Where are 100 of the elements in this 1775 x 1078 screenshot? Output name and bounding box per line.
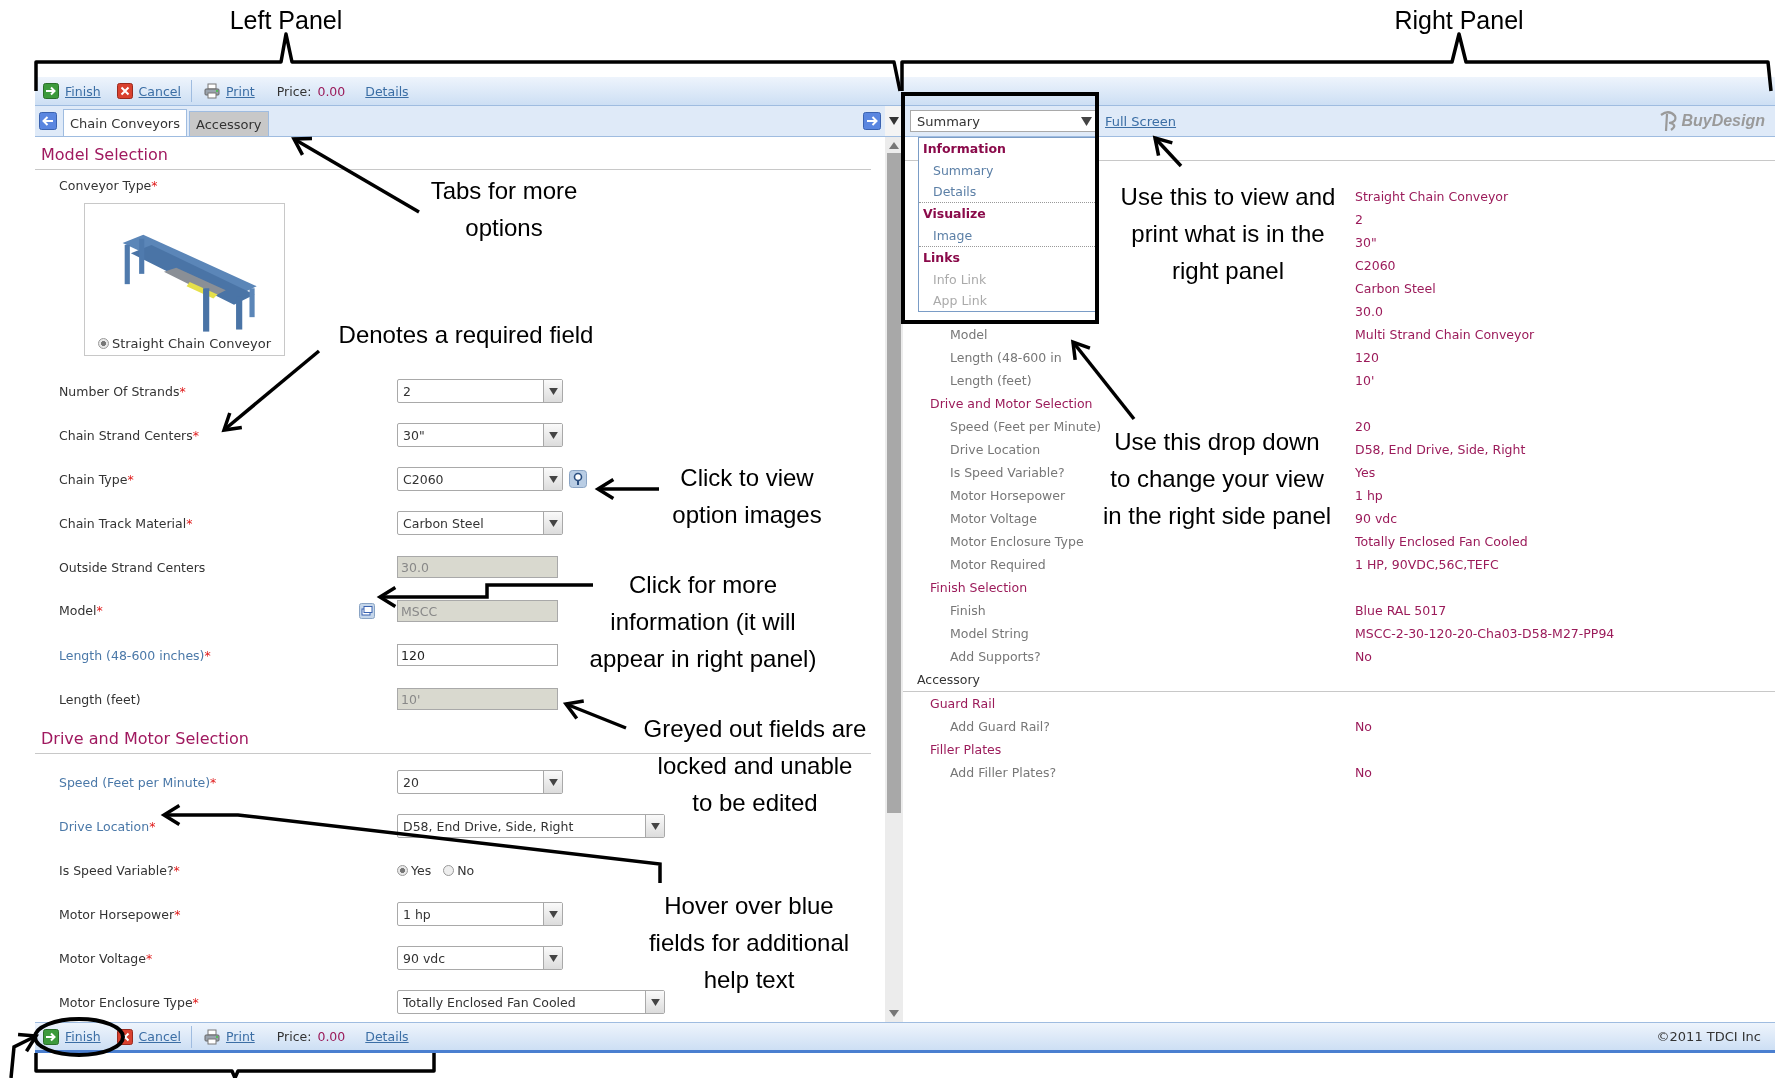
dropdown[interactable]: C2060 (397, 467, 563, 491)
summary-value: Carbon Steel (1355, 281, 1436, 296)
summary-label: Motor Voltage (950, 511, 1037, 526)
menu-group-heading: Visualize (919, 202, 1097, 225)
text-field[interactable]: 10' (397, 688, 558, 710)
caret-icon (1081, 116, 1092, 126)
dropdown[interactable]: D58, End Drive, Side, Right (397, 814, 665, 838)
annotation-text: Denotes a required field (338, 320, 594, 350)
field-label[interactable]: Speed (Feet per Minute)* (59, 774, 217, 790)
summary-value: Yes (1355, 465, 1376, 480)
printer-icon (203, 1028, 220, 1045)
dropdown[interactable]: 2 (397, 379, 563, 403)
menu-item[interactable]: Details (919, 181, 1097, 202)
summary-value: No (1355, 649, 1372, 664)
caret-icon[interactable] (889, 117, 899, 125)
summary-label: Model String (950, 626, 1029, 641)
text-field[interactable]: MSCC (397, 600, 558, 622)
menu-group-heading: Links (919, 246, 1097, 269)
summary-label: Is Speed Variable? (950, 465, 1065, 480)
option-card[interactable]: Straight Chain Conveyor (84, 203, 285, 356)
annotation-text: Tabs for more options (430, 176, 578, 243)
dropdown[interactable]: Carbon Steel (397, 511, 563, 535)
dropdown[interactable]: 30" (397, 423, 563, 447)
annotation-arrow (594, 478, 659, 500)
details-link[interactable]: Details (365, 83, 409, 99)
summary-value: Straight Chain Conveyor (1355, 189, 1509, 204)
finish-link[interactable]: Finish (43, 1028, 101, 1045)
field-label: Model* (59, 603, 103, 618)
caret-icon (548, 778, 558, 786)
summary-label: Finish (950, 603, 986, 618)
scrollbar-thumb[interactable] (887, 153, 901, 813)
radio-option[interactable]: Straight Chain Conveyor (97, 336, 272, 351)
summary-value: 2 (1355, 212, 1363, 227)
caret-icon (548, 910, 558, 918)
field-label: Outside Strand Centers (59, 559, 206, 575)
details-link[interactable]: Details (365, 1029, 409, 1044)
view-dropdown[interactable]: Summary (910, 110, 1097, 132)
summary-value: No (1355, 765, 1372, 780)
caret-icon (650, 998, 660, 1006)
tab[interactable]: Accessory (189, 111, 269, 136)
panel-label: Right Panel (1394, 5, 1524, 36)
caret-icon (548, 475, 558, 483)
scroll-up-icon[interactable] (889, 141, 899, 149)
panel-label: Left Panel (229, 5, 343, 36)
dropdown[interactable]: 1 hp (397, 902, 563, 926)
annotation-text: Click for more information (it will appear in right panel) (589, 570, 817, 674)
field-label: Chain Strand Centers* (59, 427, 199, 443)
summary-label: Motor Required (950, 557, 1046, 572)
cancel-link[interactable]: Cancel (116, 83, 181, 99)
print-link[interactable]: Print (203, 1028, 255, 1045)
summary-label: Motor Enclosure Type (950, 534, 1084, 549)
field-label: Is Speed Variable?* (59, 862, 180, 878)
summary-value: Blue RAL 5017 (1355, 603, 1447, 618)
summary-value: Multi Strand Chain Conveyor (1355, 327, 1535, 342)
search-icon[interactable] (569, 470, 587, 488)
finish-icon (43, 1028, 59, 1045)
summary-value: 10' (1355, 373, 1375, 388)
summary-value: D58, End Drive, Side, Right (1355, 442, 1526, 457)
field-label: Number Of Strands* (59, 383, 186, 399)
copyright: ©2011 TDCI Inc (1656, 1029, 1761, 1044)
field-label: Motor Horsepower* (59, 906, 181, 922)
summary-section: Finish Selection (903, 580, 1028, 595)
summary-value: Totally Enclosed Fan Cooled (1355, 534, 1528, 549)
summary-label: Motor Horsepower (950, 488, 1066, 503)
section-heading: Model Selection (35, 137, 871, 170)
summary-value: 30" (1355, 235, 1377, 250)
summary-value: 30.0 (1355, 304, 1383, 319)
dropdown[interactable]: 90 vdc (397, 946, 563, 970)
annotation-text: Click to view option images (672, 463, 822, 530)
summary-value: 20 (1355, 419, 1371, 434)
caret-icon (548, 387, 558, 395)
radio-option[interactable]: Yes (397, 862, 432, 878)
summary-label: Length (48-600 in (950, 350, 1062, 365)
menu-item[interactable]: Summary (919, 160, 1097, 181)
finish-icon (43, 83, 59, 99)
caret-icon (548, 431, 558, 439)
caret-icon (548, 954, 558, 962)
cancel-link[interactable]: Cancel (116, 1028, 181, 1045)
text-field[interactable]: 120 (397, 644, 558, 666)
summary-value: MSCC-2-30-120-20-Cha03-D58-M27-PP94 (1355, 626, 1615, 641)
summary-label: Model (950, 327, 988, 342)
dropdown[interactable]: 20 (397, 770, 563, 794)
summary-value: No (1355, 719, 1372, 734)
dropdown[interactable]: Totally Enclosed Fan Cooled (397, 990, 665, 1014)
summary-tab-heading: Accessory (916, 672, 980, 687)
print-link[interactable]: Print (203, 83, 255, 99)
summary-label: Add Supports? (950, 649, 1041, 664)
field-label[interactable]: Drive Location* (59, 818, 156, 834)
radio-option[interactable]: No (443, 862, 475, 878)
finish-link[interactable]: Finish (43, 83, 101, 99)
full-screen-link[interactable]: Full Screen (1105, 113, 1177, 129)
field-label: Motor Voltage* (59, 950, 153, 966)
summary-label: Add Filler Plates? (950, 765, 1057, 780)
price-label: Price: (276, 83, 312, 99)
field-label[interactable]: Length (48-600 inches)* (59, 647, 211, 663)
tab[interactable]: Chain Conveyors (63, 109, 187, 136)
text-field[interactable]: 30.0 (397, 556, 558, 578)
menu-item[interactable]: Image (919, 225, 1097, 246)
scroll-down-icon[interactable] (889, 1010, 899, 1018)
info-window-icon[interactable] (359, 603, 375, 619)
